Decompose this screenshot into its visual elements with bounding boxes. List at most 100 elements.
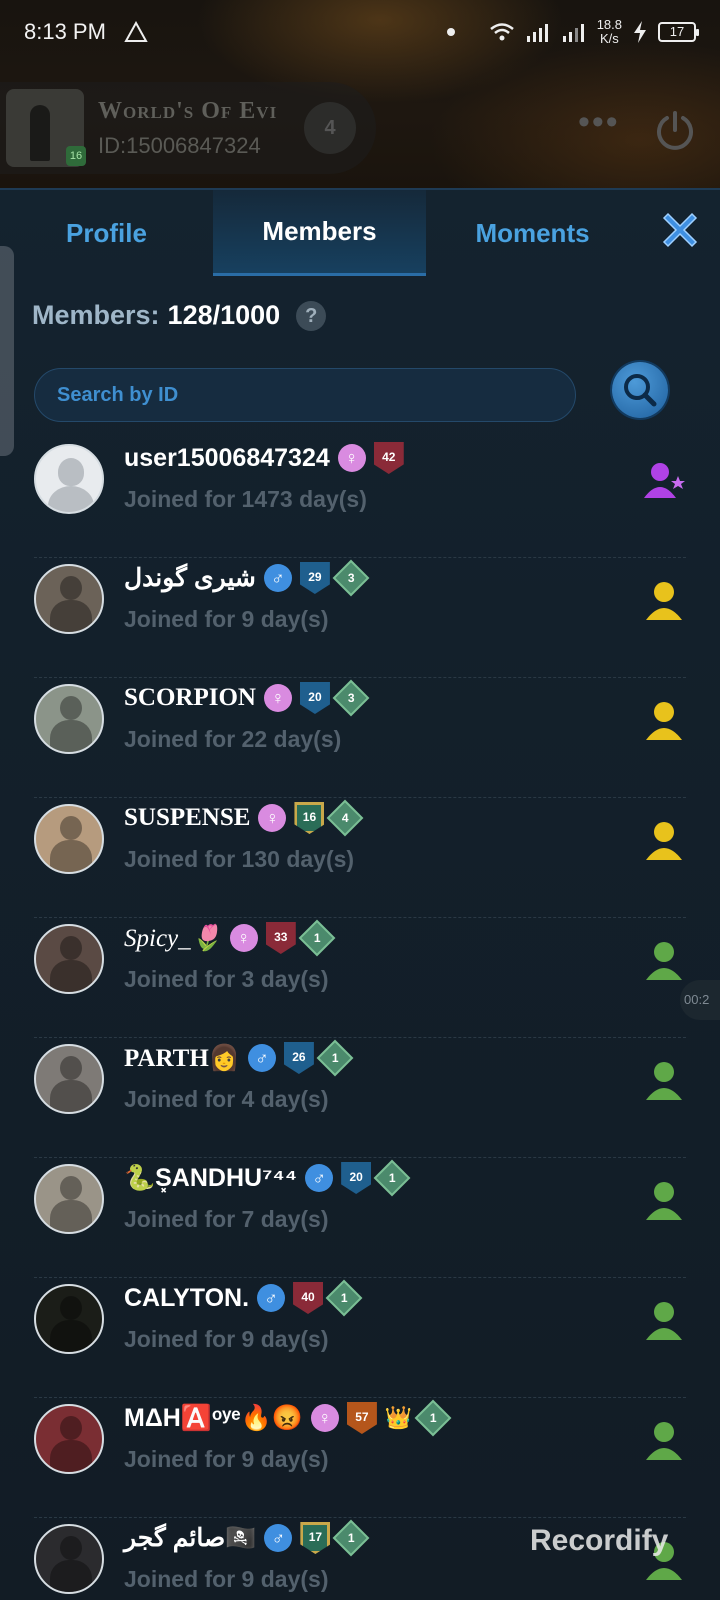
group-name: World's Of Evi bbox=[98, 97, 278, 124]
member-avatar[interactable] bbox=[34, 1404, 104, 1474]
tier-value: 1 bbox=[313, 931, 321, 945]
member-joined: Joined for 9 day(s) bbox=[124, 606, 329, 632]
member-list: user15006847324 ♀ 42 Joined for 1473 day… bbox=[0, 438, 720, 1600]
owner-role-icon bbox=[644, 463, 685, 498]
member-name: صائم گجر🏴‍☠️ bbox=[124, 1524, 257, 1552]
status-time: 8:13 PM bbox=[24, 19, 106, 44]
member-joined: Joined for 7 day(s) bbox=[124, 1206, 329, 1232]
tier-badge: 1 bbox=[414, 1399, 452, 1437]
signal-icon bbox=[526, 24, 548, 42]
level-badge: 33 bbox=[265, 922, 296, 954]
tier-badge: 1 bbox=[325, 1279, 363, 1317]
member-name: 🐍S͓ANDHU⁷⁴⁴ bbox=[124, 1163, 298, 1192]
member-avatar[interactable] bbox=[34, 804, 104, 874]
tier-value: 4 bbox=[342, 811, 349, 825]
search-icon bbox=[624, 374, 657, 407]
member-role-icon bbox=[646, 1182, 682, 1220]
wifi-icon bbox=[489, 23, 514, 41]
battery-icon: 17 bbox=[658, 22, 699, 42]
tier-value: 1 bbox=[340, 1291, 348, 1305]
member-role-icon bbox=[646, 942, 682, 980]
member-joined: Joined for 1473 day(s) bbox=[124, 486, 367, 512]
tier-badge: 1 bbox=[298, 919, 336, 957]
male-icon: ♂ bbox=[264, 1524, 293, 1552]
power-icon[interactable] bbox=[652, 108, 698, 154]
help-icon[interactable]: ? bbox=[296, 300, 327, 331]
member-avatar[interactable] bbox=[34, 1284, 104, 1354]
member-row[interactable]: SUSPENSE ♀ 16 4 Joined for 130 day(s) bbox=[34, 798, 686, 918]
member-avatar[interactable] bbox=[34, 564, 104, 634]
member-avatar[interactable] bbox=[34, 684, 104, 754]
member-row[interactable]: 🐍S͓ANDHU⁷⁴⁴ ♂ 20 1 Joined for 7 day(s) bbox=[34, 1158, 686, 1278]
close-icon[interactable] bbox=[656, 206, 704, 254]
group-level-badge: 16 bbox=[66, 146, 86, 166]
network-speed-unit: K/s bbox=[599, 31, 619, 46]
member-joined: Joined for 130 day(s) bbox=[124, 846, 355, 872]
male-icon: ♂ bbox=[263, 564, 292, 592]
tier-value: 3 bbox=[347, 571, 355, 585]
tier-value: 3 bbox=[347, 691, 355, 705]
admin-role-icon bbox=[646, 702, 682, 740]
tab-profile[interactable]: Profile bbox=[0, 190, 213, 276]
member-name: MΔH🅰️ᵒʸᵉ🔥😡 bbox=[124, 1403, 303, 1432]
member-row[interactable]: Spicy_🌷 ♀ 33 1 Joined for 3 day(s) bbox=[34, 918, 686, 1038]
watermark: Recordify bbox=[530, 1524, 669, 1557]
level-badge: 40 bbox=[293, 1282, 324, 1314]
group-rank-badge: 4 bbox=[304, 102, 356, 154]
female-icon: ♀ bbox=[263, 684, 292, 712]
female-icon: ♀ bbox=[229, 924, 258, 952]
member-name: شیری گوندل bbox=[124, 564, 256, 592]
female-icon: ♀ bbox=[337, 444, 366, 472]
member-row[interactable]: user15006847324 ♀ 42 Joined for 1473 day… bbox=[34, 438, 686, 558]
level-badge: 57 bbox=[346, 1402, 377, 1434]
admin-role-icon bbox=[646, 822, 682, 860]
member-name: CALYTON. bbox=[124, 1283, 250, 1312]
member-role-icon bbox=[646, 1302, 682, 1340]
tier-value: 1 bbox=[348, 1531, 355, 1545]
member-row[interactable]: SCORPION ♀ 20 3 Joined for 22 day(s) bbox=[34, 678, 686, 798]
member-joined: Joined for 22 day(s) bbox=[124, 726, 342, 752]
male-icon: ♂ bbox=[247, 1044, 276, 1072]
tab-moments[interactable]: Moments bbox=[426, 190, 639, 276]
charging-icon bbox=[634, 21, 646, 43]
level-badge: 42 bbox=[373, 442, 404, 474]
members-panel: Profile Members Moments Members: 128/100… bbox=[0, 188, 720, 1600]
admin-role-icon bbox=[646, 582, 682, 620]
member-joined: Joined for 9 day(s) bbox=[124, 1566, 329, 1592]
tier-badge: 1 bbox=[332, 1519, 370, 1557]
member-avatar[interactable] bbox=[34, 1524, 104, 1594]
female-icon: ♀ bbox=[258, 804, 287, 832]
member-avatar[interactable] bbox=[34, 924, 104, 994]
level-badge: 20 bbox=[341, 1162, 372, 1194]
level-badge: 26 bbox=[283, 1042, 314, 1074]
female-icon: ♀ bbox=[310, 1404, 339, 1432]
member-avatar[interactable] bbox=[34, 1044, 104, 1114]
member-joined: Joined for 9 day(s) bbox=[124, 1446, 329, 1472]
members-count: Members: 128/1000 ? bbox=[32, 300, 327, 331]
member-avatar[interactable] bbox=[34, 1164, 104, 1234]
tier-badge: 3 bbox=[332, 559, 370, 597]
level-badge: 16 bbox=[294, 802, 325, 834]
tab-members[interactable]: Members bbox=[213, 190, 426, 276]
notification-dot-icon bbox=[446, 28, 455, 36]
member-row[interactable]: MΔH🅰️ᵒʸᵉ🔥😡 ♀ 57 👑 1 Joined for 9 day(s) bbox=[34, 1398, 686, 1518]
member-row[interactable]: PARTH👩 ♂ 26 1 Joined for 4 day(s) bbox=[34, 1038, 686, 1158]
member-avatar[interactable] bbox=[34, 444, 104, 514]
more-options-button[interactable]: ••• bbox=[578, 105, 620, 139]
member-row[interactable]: CALYTON. ♂ 40 1 Joined for 9 day(s) bbox=[34, 1278, 686, 1398]
tier-value: 1 bbox=[388, 1171, 396, 1185]
members-count-label: Members: bbox=[32, 300, 160, 330]
search-button[interactable] bbox=[612, 362, 668, 418]
member-name: Spicy_🌷 bbox=[124, 924, 222, 952]
member-joined: Joined for 4 day(s) bbox=[124, 1086, 329, 1112]
member-row[interactable]: شیری گوندل ♂ 29 3 Joined for 9 day(s) bbox=[34, 558, 686, 678]
tier-badge: 4 bbox=[327, 799, 364, 837]
group-info-bar[interactable]: 16 World's Of Evi ID:15006847324 4 bbox=[0, 82, 376, 174]
search-input[interactable] bbox=[34, 368, 576, 422]
side-drawer-handle[interactable] bbox=[0, 246, 14, 456]
network-speed: 18.8 K/s bbox=[597, 18, 622, 46]
tier-badge: 1 bbox=[316, 1039, 354, 1077]
tier-badge: 1 bbox=[373, 1159, 411, 1197]
recording-timer[interactable]: 00:2 bbox=[680, 980, 720, 1020]
crown-icon: 👑 bbox=[384, 1405, 413, 1431]
